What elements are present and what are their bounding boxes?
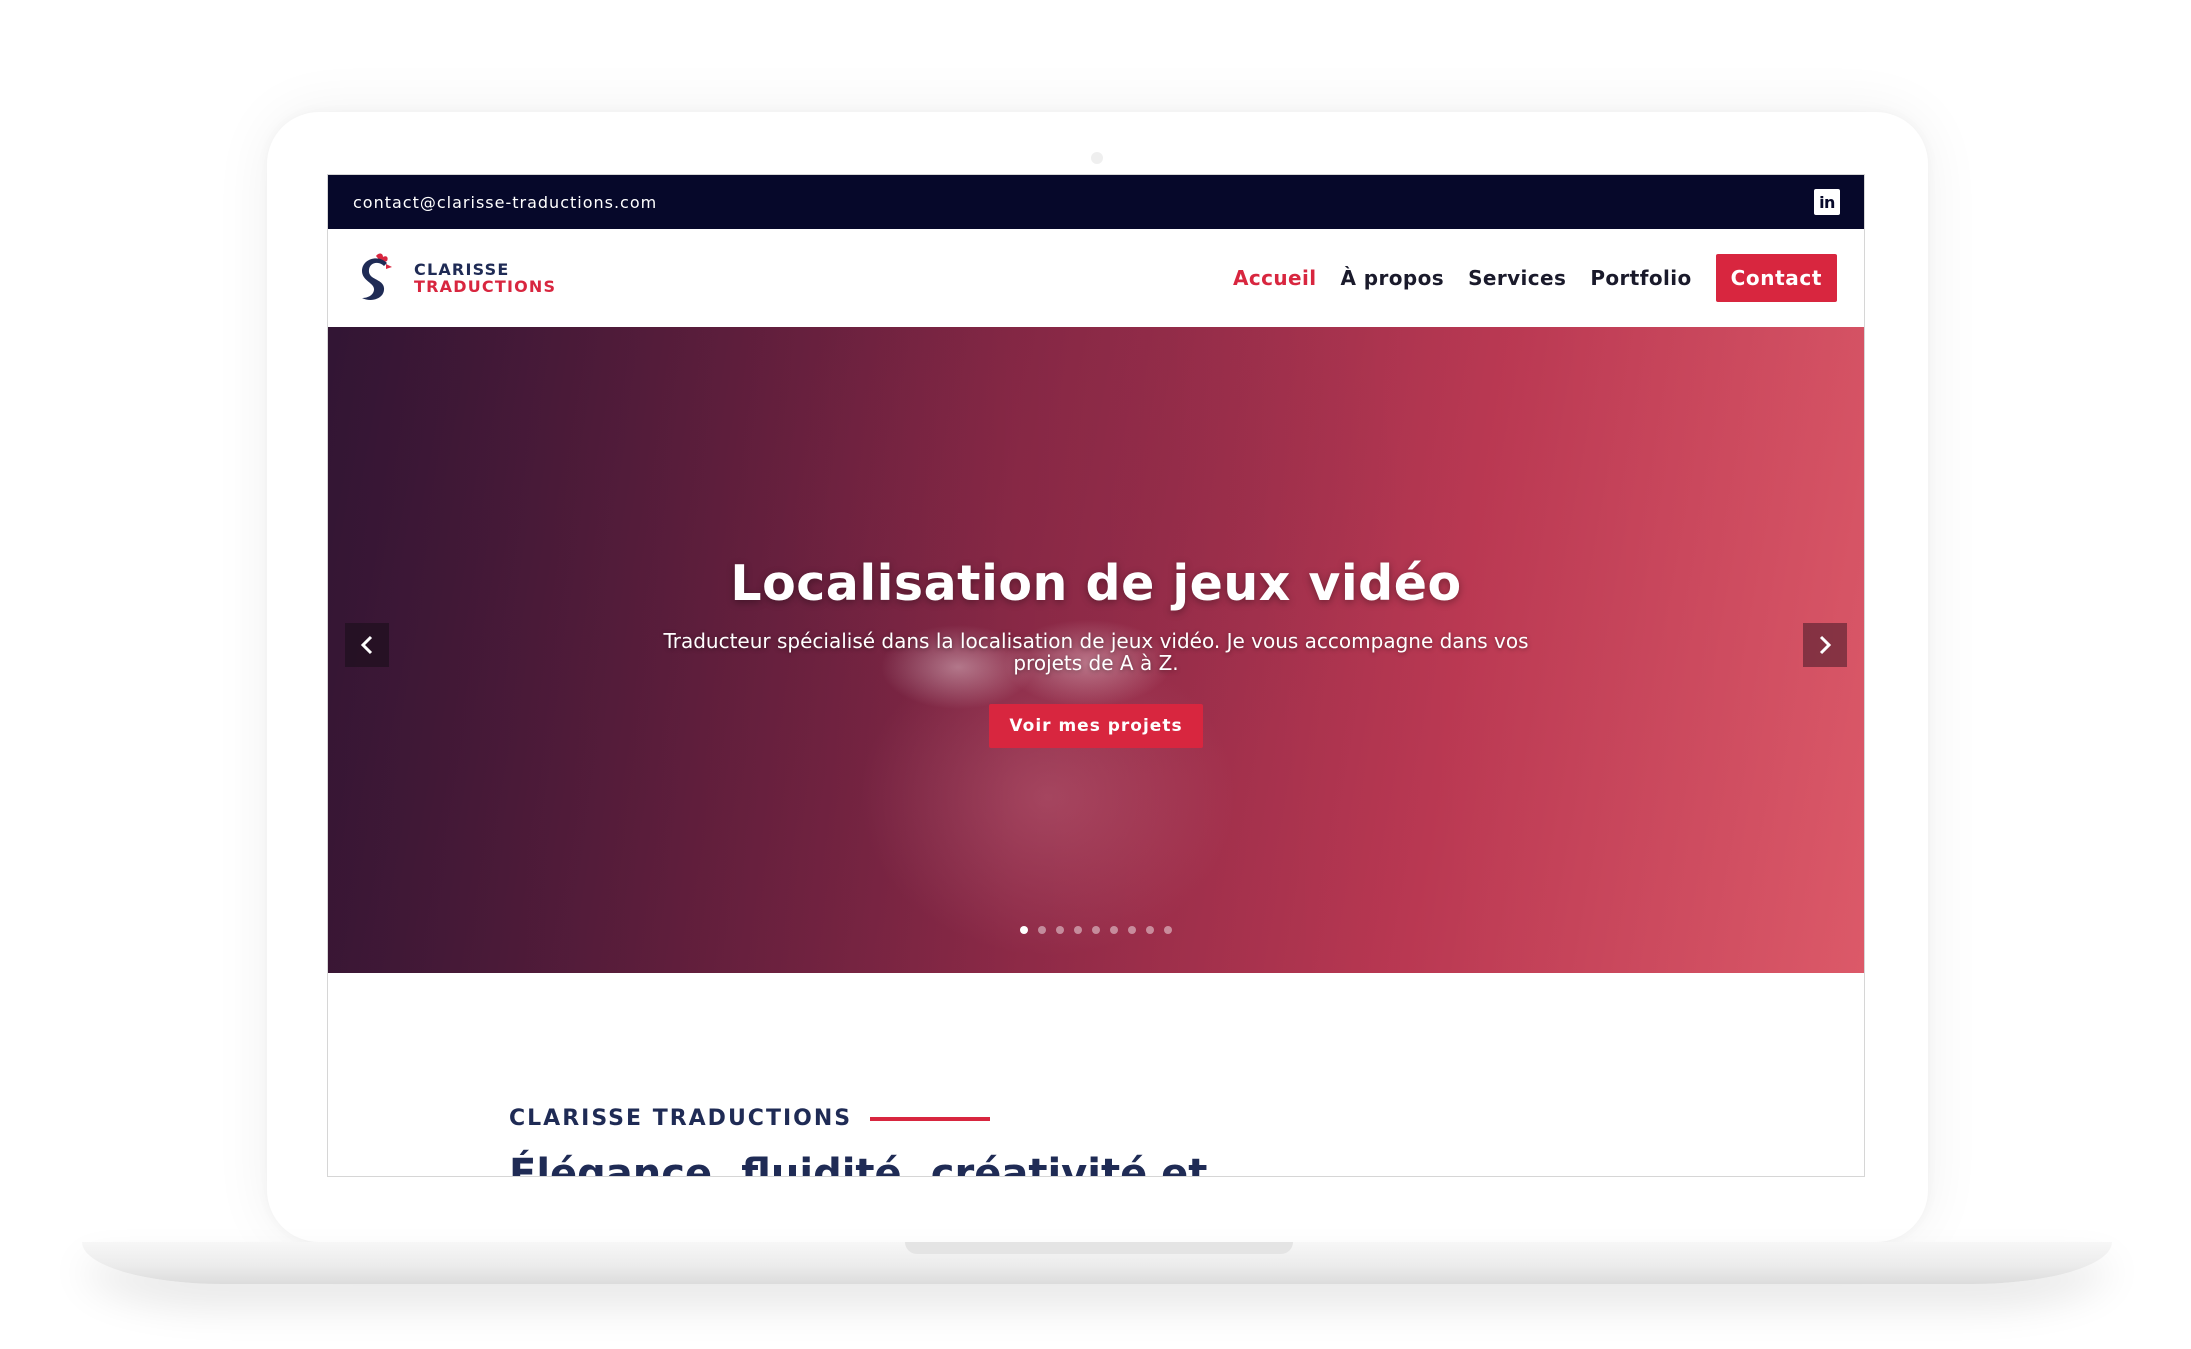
top-bar: contact@clarisse-traductions.com in xyxy=(328,175,1864,229)
nav-home[interactable]: Accueil xyxy=(1233,266,1317,290)
nav-about[interactable]: À propos xyxy=(1341,266,1445,290)
slider-dot[interactable] xyxy=(1092,926,1100,934)
laptop-camera xyxy=(1091,152,1103,164)
slider-dot[interactable] xyxy=(1128,926,1136,934)
linkedin-icon[interactable]: in xyxy=(1814,189,1840,215)
slider-pagination xyxy=(328,926,1864,934)
nav-contact-button[interactable]: Contact xyxy=(1715,254,1837,302)
site-header: CLARISSE TRADUCTIONS Accueil À propos Se… xyxy=(328,229,1864,327)
rooster-logo-icon xyxy=(362,253,392,300)
slider-dot[interactable] xyxy=(1074,926,1082,934)
laptop-base-notch xyxy=(905,1242,1293,1254)
website-screen: contact@clarisse-traductions.com in CLAR… xyxy=(327,174,1865,1177)
about-heading: Élégance, fluidité, créativité et xyxy=(509,1151,1208,1177)
about-kicker-text: CLARISSE TRADUCTIONS xyxy=(509,1106,853,1131)
slider-dot[interactable] xyxy=(1164,926,1172,934)
about-kicker: CLARISSE TRADUCTIONS xyxy=(509,1106,991,1131)
hero-title: Localisation de jeux vidéo xyxy=(730,555,1462,612)
about-divider xyxy=(870,1116,991,1121)
slider-dot[interactable] xyxy=(1056,926,1064,934)
contact-email-link[interactable]: contact@clarisse-traductions.com xyxy=(353,193,657,212)
logo-line-2: TRADUCTIONS xyxy=(414,277,557,296)
nav-services[interactable]: Services xyxy=(1468,266,1566,290)
view-projects-button[interactable]: Voir mes projets xyxy=(989,704,1203,748)
slider-dot[interactable] xyxy=(1038,926,1046,934)
logo-line-1: CLARISSE xyxy=(414,260,510,279)
hero-slider: Localisation de jeux vidéo Traducteur sp… xyxy=(328,327,1864,973)
slider-dot[interactable] xyxy=(1110,926,1118,934)
main-nav: Accueil À propos Services Portfolio Cont… xyxy=(1209,254,1837,302)
about-section: CLARISSE TRADUCTIONS Élégance, fluidité,… xyxy=(328,973,1864,1177)
slider-dot[interactable] xyxy=(1146,926,1154,934)
nav-portfolio[interactable]: Portfolio xyxy=(1590,266,1691,290)
site-logo[interactable]: CLARISSE TRADUCTIONS xyxy=(356,250,556,306)
hero-content: Localisation de jeux vidéo Traducteur sp… xyxy=(328,555,1864,748)
slider-dot[interactable] xyxy=(1020,926,1028,934)
logo-wordmark: CLARISSE TRADUCTIONS xyxy=(414,261,556,295)
hero-subtitle: Traducteur spécialisé dans la localisati… xyxy=(663,629,1529,675)
